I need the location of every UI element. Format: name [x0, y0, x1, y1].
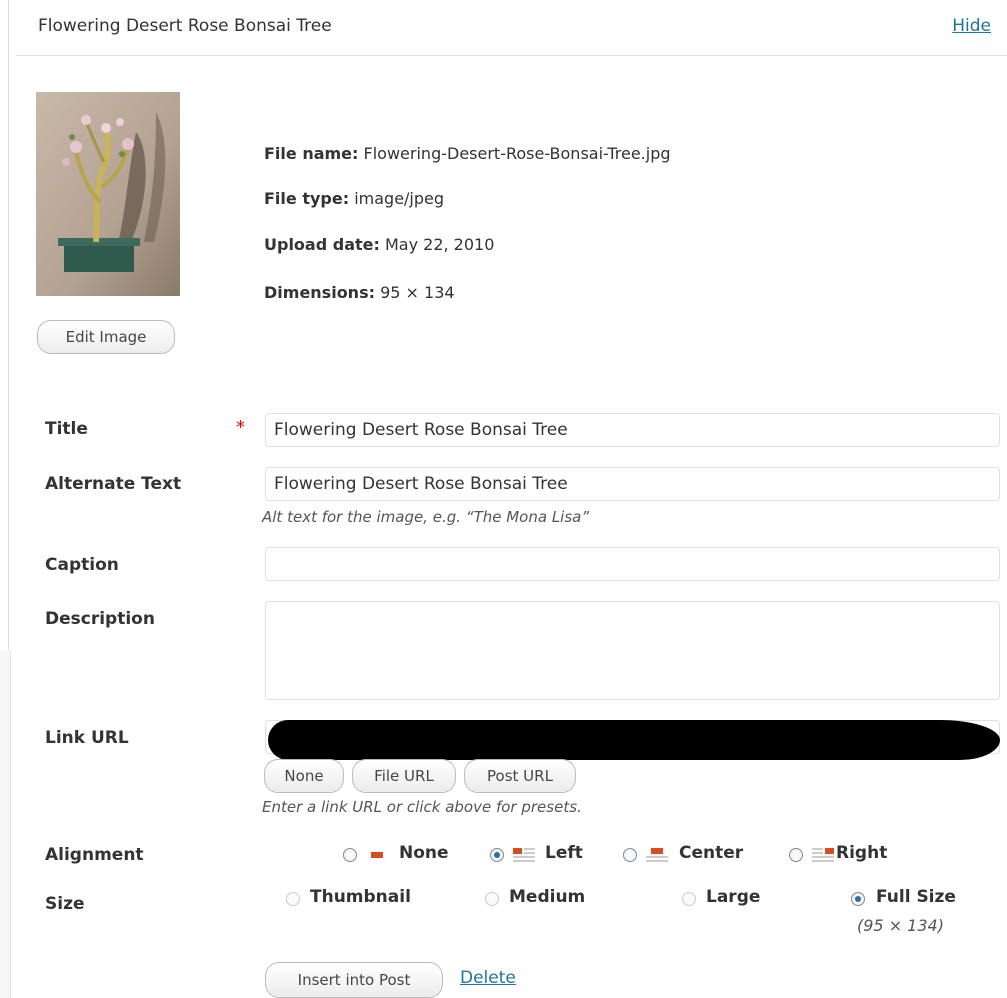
upload-date-label: Upload date:	[264, 235, 380, 254]
hide-link[interactable]: Hide	[952, 16, 991, 36]
dimensions-value: 95 × 134	[380, 283, 455, 302]
align-left-icon	[513, 848, 535, 862]
alt-text-input[interactable]	[265, 467, 1000, 501]
upload-date-value: May 22, 2010	[384, 235, 495, 254]
size-medium-label: Medium	[509, 887, 586, 907]
align-right-label: Right	[836, 843, 888, 863]
delete-link[interactable]: Delete	[460, 968, 516, 988]
title-input[interactable]	[265, 413, 1000, 447]
upload-date-row: Upload date: May 22, 2010	[264, 235, 494, 254]
link-file-url-button[interactable]: File URL	[352, 759, 456, 793]
redaction-mark	[268, 720, 1000, 760]
link-none-button[interactable]: None	[264, 759, 344, 793]
edit-image-button[interactable]: Edit Image	[37, 320, 175, 354]
dimensions-row: Dimensions: 95 × 134	[264, 283, 455, 302]
title-label: Title	[45, 419, 88, 439]
align-none-icon	[366, 847, 388, 863]
align-none-label: None	[399, 843, 449, 863]
alignment-label: Alignment	[45, 845, 144, 865]
align-center-radio[interactable]	[623, 848, 637, 862]
align-right-radio[interactable]	[789, 848, 803, 862]
description-label: Description	[45, 609, 155, 629]
link-url-help: Enter a link URL or click above for pres…	[262, 798, 582, 816]
bonsai-photo	[36, 92, 180, 296]
align-right-icon	[812, 848, 834, 862]
alt-text-help: Alt text for the image, e.g. “The Mona L…	[262, 508, 590, 526]
alt-text-label: Alternate Text	[45, 474, 182, 494]
file-type-value: image/jpeg	[354, 189, 445, 208]
file-name-row: File name: Flowering-Desert-Rose-Bonsai-…	[264, 144, 671, 163]
align-left-label: Left	[545, 843, 583, 863]
align-none-radio[interactable]	[343, 848, 357, 862]
insert-into-post-button[interactable]: Insert into Post	[265, 962, 443, 998]
file-name-label: File name:	[264, 144, 359, 163]
full-size-dimensions: (95 × 134)	[857, 916, 944, 935]
align-center-label: Center	[679, 843, 744, 863]
size-thumbnail-label: Thumbnail	[310, 887, 411, 907]
caption-label: Caption	[45, 555, 119, 575]
link-post-url-button[interactable]: Post URL	[464, 759, 576, 793]
media-item-header: Flowering Desert Rose Bonsai Tree Hide	[16, 0, 1007, 56]
dimensions-label: Dimensions:	[264, 283, 375, 302]
required-marker: *	[236, 417, 245, 438]
size-large-radio[interactable]	[682, 892, 696, 906]
align-left-radio[interactable]	[490, 848, 504, 862]
size-large-label: Large	[706, 887, 761, 907]
file-type-row: File type: image/jpeg	[264, 189, 444, 208]
size-full-radio[interactable]	[851, 892, 865, 906]
link-url-label: Link URL	[45, 728, 129, 748]
size-full-label: Full Size	[876, 887, 956, 907]
align-center-icon	[646, 848, 668, 862]
left-edge	[0, 0, 11, 998]
file-name-value: Flowering-Desert-Rose-Bonsai-Tree.jpg	[363, 144, 671, 163]
size-medium-radio[interactable]	[485, 892, 499, 906]
size-label: Size	[45, 894, 85, 914]
media-item-title: Flowering Desert Rose Bonsai Tree	[38, 16, 332, 36]
image-thumbnail	[36, 92, 180, 296]
file-type-label: File type:	[264, 189, 350, 208]
caption-input[interactable]	[265, 547, 1000, 581]
description-textarea[interactable]	[265, 601, 1000, 700]
size-thumbnail-radio[interactable]	[286, 892, 300, 906]
